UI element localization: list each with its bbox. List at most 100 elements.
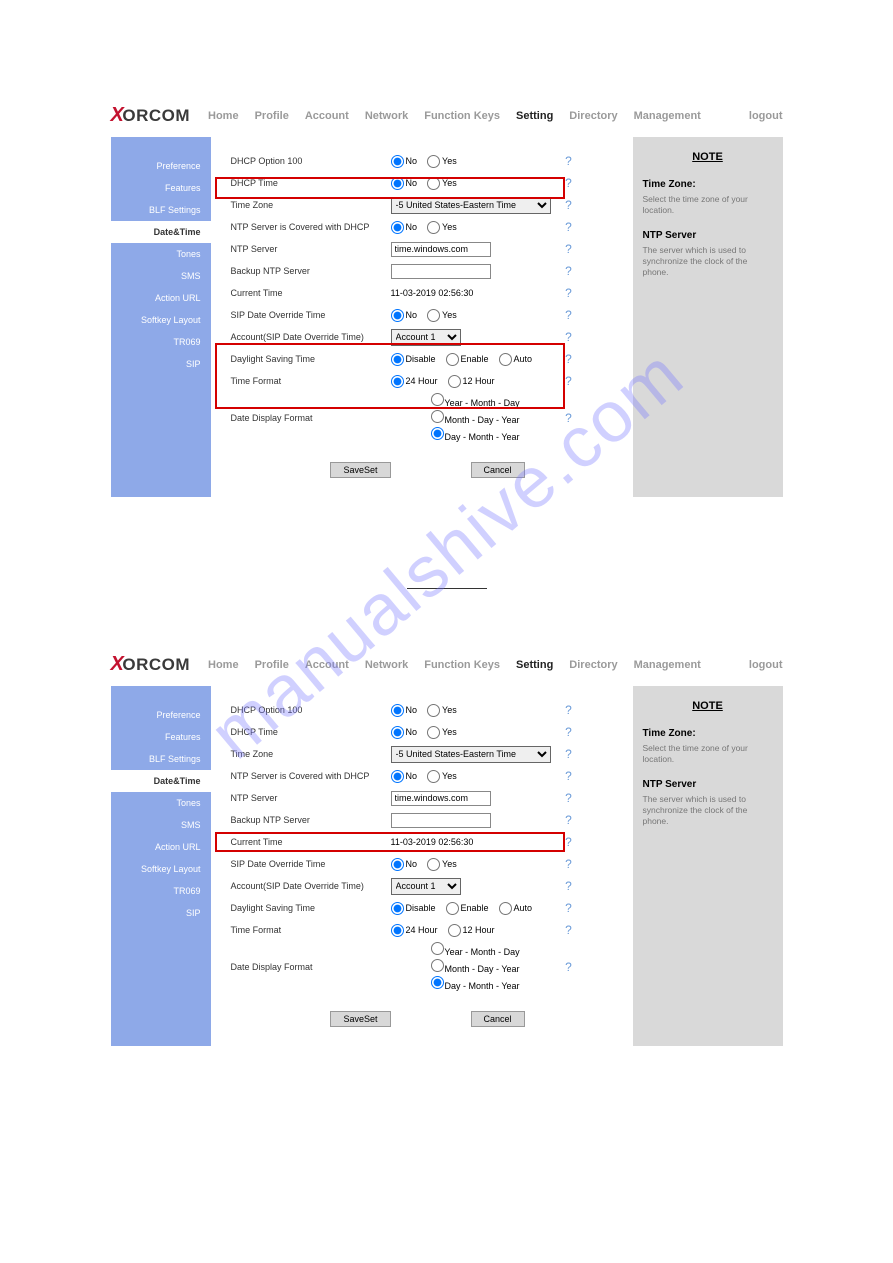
- datefmt-radio[interactable]: Year - Month - Day Month - Day - Year Da…: [391, 393, 561, 442]
- sidebar-item-datetime[interactable]: Date&Time: [111, 221, 211, 243]
- dhcptime-radio[interactable]: No Yes: [391, 177, 561, 190]
- help-icon[interactable]: ?: [561, 747, 577, 761]
- nav-account[interactable]: Account: [299, 657, 355, 673]
- nav-management[interactable]: Management: [628, 657, 707, 673]
- page-divider: [407, 588, 487, 589]
- config-panel-2: XORCOM Home Profile Account Network Func…: [111, 649, 783, 1047]
- logout-link[interactable]: logout: [749, 110, 783, 122]
- timezone-select[interactable]: -5 United States-Eastern Time: [391, 746, 551, 763]
- dst-radio[interactable]: Disable Enable Auto: [391, 902, 561, 915]
- help-icon[interactable]: ?: [561, 374, 577, 388]
- nav-directory[interactable]: Directory: [563, 657, 623, 673]
- timefmt-radio[interactable]: 24 Hour 12 Hour: [391, 375, 561, 388]
- label-sipov: SIP Date Override Time: [231, 310, 391, 320]
- help-icon[interactable]: ?: [561, 835, 577, 849]
- sidebar-item-actionurl[interactable]: Action URL: [111, 287, 211, 309]
- dhcptime-radio[interactable]: No Yes: [391, 726, 561, 739]
- current-time-value: 11-03-2019 02:56:30: [391, 288, 561, 298]
- ntpcov-radio[interactable]: No Yes: [391, 221, 561, 234]
- help-icon[interactable]: ?: [561, 857, 577, 871]
- note-title: NOTE: [643, 151, 773, 163]
- backupntp-input[interactable]: [391, 813, 491, 828]
- timefmt-radio[interactable]: 24 Hour 12 Hour: [391, 924, 561, 937]
- nav-home[interactable]: Home: [202, 108, 245, 124]
- nav-profile[interactable]: Profile: [249, 108, 295, 124]
- help-icon[interactable]: ?: [561, 264, 577, 278]
- nav-directory[interactable]: Directory: [563, 108, 623, 124]
- note-panel: NOTE Time Zone: Select the time zone of …: [633, 137, 783, 497]
- help-icon[interactable]: ?: [561, 813, 577, 827]
- nav-function-keys[interactable]: Function Keys: [418, 657, 506, 673]
- sidebar-item-preference[interactable]: Preference: [111, 155, 211, 177]
- sidebar-item-blf[interactable]: BLF Settings: [111, 748, 211, 770]
- cancel-button[interactable]: Cancel: [471, 462, 525, 478]
- label-account: Account(SIP Date Override Time): [231, 881, 391, 891]
- note-ntp-heading: NTP Server: [643, 779, 773, 790]
- sidebar-item-datetime[interactable]: Date&Time: [111, 770, 211, 792]
- help-icon[interactable]: ?: [561, 703, 577, 717]
- sidebar-item-softkey[interactable]: Softkey Layout: [111, 309, 211, 331]
- cancel-button[interactable]: Cancel: [471, 1011, 525, 1027]
- note-tz-heading: Time Zone:: [643, 728, 773, 739]
- label-dst: Daylight Saving Time: [231, 354, 391, 364]
- sidebar-item-blf[interactable]: BLF Settings: [111, 199, 211, 221]
- nav-setting[interactable]: Setting: [510, 657, 559, 673]
- main-form: DHCP Option 100 No Yes ? DHCP Time No Ye…: [211, 686, 633, 1047]
- sidebar-item-softkey[interactable]: Softkey Layout: [111, 858, 211, 880]
- sipov-radio[interactable]: No Yes: [391, 858, 561, 871]
- sidebar-item-sms[interactable]: SMS: [111, 265, 211, 287]
- help-icon[interactable]: ?: [561, 154, 577, 168]
- help-icon[interactable]: ?: [561, 901, 577, 915]
- nav-function-keys[interactable]: Function Keys: [418, 108, 506, 124]
- help-icon[interactable]: ?: [561, 220, 577, 234]
- help-icon[interactable]: ?: [561, 352, 577, 366]
- nav-network[interactable]: Network: [359, 108, 414, 124]
- sidebar-item-features[interactable]: Features: [111, 177, 211, 199]
- sidebar-item-actionurl[interactable]: Action URL: [111, 836, 211, 858]
- sidebar-item-features[interactable]: Features: [111, 726, 211, 748]
- timezone-select[interactable]: -5 United States-Eastern Time: [391, 197, 551, 214]
- sipov-radio[interactable]: No Yes: [391, 309, 561, 322]
- logout-link[interactable]: logout: [749, 659, 783, 671]
- sidebar-item-tr069[interactable]: TR069: [111, 331, 211, 353]
- nav-network[interactable]: Network: [359, 657, 414, 673]
- help-icon[interactable]: ?: [561, 198, 577, 212]
- help-icon[interactable]: ?: [561, 769, 577, 783]
- dst-radio[interactable]: Disable Enable Auto: [391, 353, 561, 366]
- help-icon[interactable]: ?: [561, 960, 577, 974]
- label-current: Current Time: [231, 288, 391, 298]
- help-icon[interactable]: ?: [561, 923, 577, 937]
- nav-account[interactable]: Account: [299, 108, 355, 124]
- account-select[interactable]: Account 1: [391, 329, 461, 346]
- sidebar-item-tones[interactable]: Tones: [111, 243, 211, 265]
- sidebar-item-preference[interactable]: Preference: [111, 704, 211, 726]
- help-icon[interactable]: ?: [561, 308, 577, 322]
- help-icon[interactable]: ?: [561, 879, 577, 893]
- ntpserver-input[interactable]: [391, 791, 491, 806]
- help-icon[interactable]: ?: [561, 286, 577, 300]
- sidebar-item-sip[interactable]: SIP: [111, 902, 211, 924]
- sidebar-item-sms[interactable]: SMS: [111, 814, 211, 836]
- help-icon[interactable]: ?: [561, 725, 577, 739]
- sidebar-item-tr069[interactable]: TR069: [111, 880, 211, 902]
- nav-profile[interactable]: Profile: [249, 657, 295, 673]
- nav-setting[interactable]: Setting: [510, 108, 559, 124]
- nav-management[interactable]: Management: [628, 108, 707, 124]
- help-icon[interactable]: ?: [561, 176, 577, 190]
- help-icon[interactable]: ?: [561, 330, 577, 344]
- help-icon[interactable]: ?: [561, 791, 577, 805]
- ntpserver-input[interactable]: [391, 242, 491, 257]
- datefmt-radio[interactable]: Year - Month - Day Month - Day - Year Da…: [391, 942, 561, 991]
- save-button[interactable]: SaveSet: [330, 462, 390, 478]
- save-button[interactable]: SaveSet: [330, 1011, 390, 1027]
- dhcp100-radio[interactable]: No Yes: [391, 155, 561, 168]
- backupntp-input[interactable]: [391, 264, 491, 279]
- sidebar-item-sip[interactable]: SIP: [111, 353, 211, 375]
- sidebar-item-tones[interactable]: Tones: [111, 792, 211, 814]
- account-select[interactable]: Account 1: [391, 878, 461, 895]
- dhcp100-radio[interactable]: No Yes: [391, 704, 561, 717]
- ntpcov-radio[interactable]: No Yes: [391, 770, 561, 783]
- help-icon[interactable]: ?: [561, 411, 577, 425]
- help-icon[interactable]: ?: [561, 242, 577, 256]
- nav-home[interactable]: Home: [202, 657, 245, 673]
